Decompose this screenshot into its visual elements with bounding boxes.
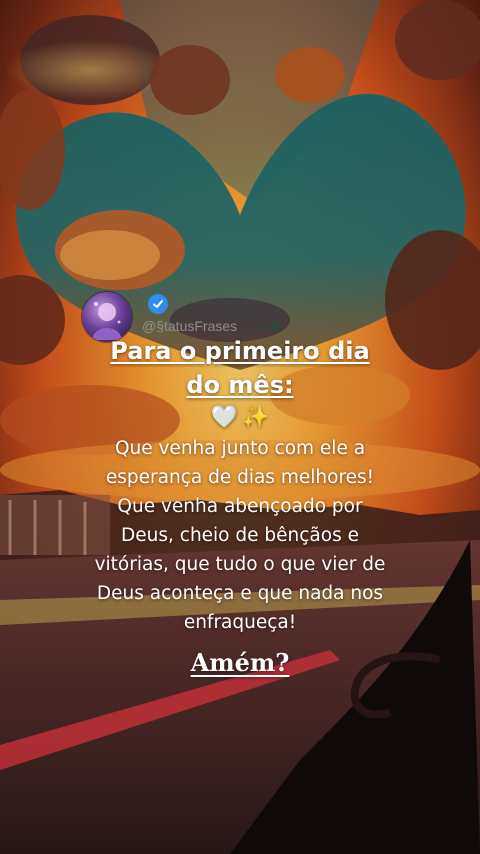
body-line: Deus, cheio de bênçãos e xyxy=(121,525,359,546)
heart-icon: ✦♥ xyxy=(260,320,281,334)
title-line: do mês: xyxy=(186,371,294,399)
emoji-row: 🤍 ✨ xyxy=(40,404,440,432)
body-line: Deus aconteça e que nada nos xyxy=(96,583,384,604)
closing-question: Amém? xyxy=(190,648,290,677)
body-line: enfraqueça! xyxy=(183,612,297,633)
quote-block: Para o primeiro dia do mês: 🤍 ✨ Que venh… xyxy=(40,334,440,637)
author-handle[interactable]: @§tatusFrases xyxy=(142,318,237,334)
white-heart-icon: 🤍 xyxy=(210,405,238,430)
body-line: vitórias, que tudo o que vier de xyxy=(94,554,386,575)
quote-body: Que venha junto com ele a esperança de d… xyxy=(40,434,440,637)
body-line: Que venha junto com ele a xyxy=(114,438,366,459)
title-line: Para o primeiro dia xyxy=(110,337,370,365)
quote-title: Para o primeiro dia do mês: xyxy=(40,334,440,402)
sparkles-icon: ✨ xyxy=(242,405,270,430)
verified-check-icon xyxy=(148,294,168,314)
story-screen: @§tatusFrases ✦♥ Para o primeiro dia do … xyxy=(0,0,480,854)
body-line: Que venha abençoado por xyxy=(117,496,363,517)
body-line: esperança de dias melhores! xyxy=(105,467,375,488)
